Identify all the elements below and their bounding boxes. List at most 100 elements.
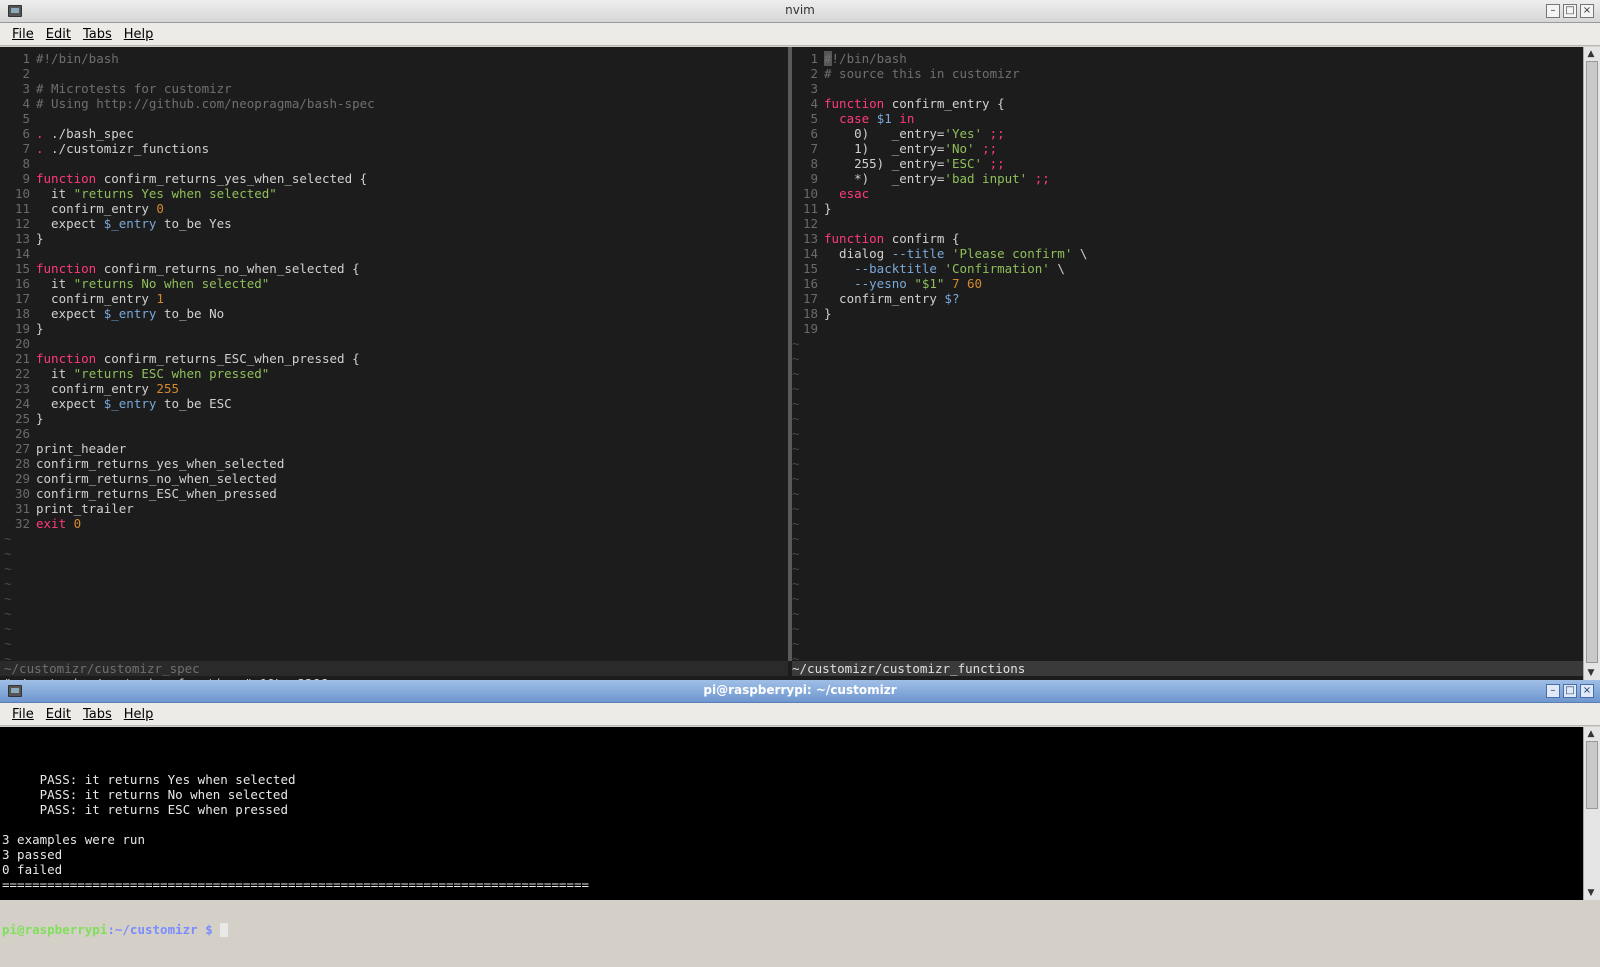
left-pane-line[interactable]: 31 print_trailer [4, 501, 774, 516]
left-pane-line[interactable]: 7 . ./customizr_functions [4, 141, 774, 156]
minimize-icon[interactable]: – [1546, 684, 1560, 698]
code-text: } [824, 306, 832, 321]
left-pane-line[interactable]: 24 expect $_entry to_be ESC [4, 396, 774, 411]
scroll-up-icon[interactable]: ▲ [1586, 49, 1596, 59]
empty-line-tilde: ~ [792, 366, 800, 381]
left-pane-line[interactable]: 32 exit 0 [4, 516, 774, 531]
left-pane-line[interactable]: 20 [4, 336, 774, 351]
scroll-thumb[interactable] [1586, 741, 1598, 809]
editor-terminal-area[interactable]: 1 #!/bin/bash 2 3 # Microtests for customizr… [0, 47, 1584, 691]
nvim-titlebar[interactable]: nvim – □ × [0, 0, 1600, 23]
menu-tabs[interactable]: Tabs [83, 707, 112, 722]
maximize-icon[interactable]: □ [1563, 684, 1577, 698]
left-pane-line[interactable]: 29 confirm_returns_no_when_selected [4, 471, 774, 486]
scroll-down-icon[interactable]: ▼ [1586, 888, 1596, 898]
right-pane-line[interactable]: 8 255) _entry='ESC' ;; [792, 156, 1582, 171]
close-icon[interactable]: × [1580, 684, 1594, 698]
left-pane-line[interactable]: 12 expect $_entry to_be Yes [4, 216, 774, 231]
code-text: it "returns ESC when pressed" [36, 366, 270, 381]
terminal-scrollbar[interactable]: ▲ ▼ [1583, 727, 1600, 900]
shell-prompt-line[interactable]: pi@raspberrypi:~/customizr $ [2, 922, 589, 937]
right-pane-line[interactable]: 17 confirm_entry $? [792, 291, 1582, 306]
minimize-icon[interactable]: – [1546, 4, 1560, 18]
left-pane-line[interactable]: 3 # Microtests for customizr [4, 81, 774, 96]
scroll-up-icon[interactable]: ▲ [1586, 729, 1596, 739]
left-pane-line[interactable]: 28 confirm_returns_yes_when_selected [4, 456, 774, 471]
right-pane-line[interactable]: 9 *) _entry='bad input' ;; [792, 171, 1582, 186]
left-pane-line[interactable]: 10 it "returns Yes when selected" [4, 186, 774, 201]
right-pane-line[interactable]: 6 0) _entry='Yes' ;; [792, 126, 1582, 141]
left-pane-line[interactable]: 16 it "returns No when selected" [4, 276, 774, 291]
right-pane-line[interactable]: 7 1) _entry='No' ;; [792, 141, 1582, 156]
left-pane-line[interactable]: 13} [4, 231, 774, 246]
right-pane-line[interactable]: 10 esac [792, 186, 1582, 201]
line-number: 5 [810, 111, 818, 126]
right-pane-line[interactable]: 1 #!/bin/bash [792, 51, 1582, 66]
right-pane-line[interactable]: 13 function confirm { [792, 231, 1582, 246]
window-title: nvim [785, 3, 815, 17]
left-pane-line[interactable]: 5 [4, 111, 774, 126]
left-pane-line[interactable]: 30 confirm_returns_ESC_when_pressed [4, 486, 774, 501]
left-pane-line[interactable]: 1 #!/bin/bash [4, 51, 774, 66]
menu-help[interactable]: Help [124, 707, 154, 722]
left-pane-line[interactable]: 25} [4, 411, 774, 426]
right-pane-line[interactable]: 19 [792, 321, 1582, 336]
left-pane-line[interactable]: 15 function confirm_returns_no_when_selec… [4, 261, 774, 276]
right-editor-pane[interactable]: 1 #!/bin/bash 2 # source this in customizr 3… [792, 51, 1582, 666]
left-pane-line[interactable]: 19} [4, 321, 774, 336]
close-icon[interactable]: × [1580, 4, 1594, 18]
left-pane-line[interactable]: 22 it "returns ESC when pressed" [4, 366, 774, 381]
empty-line-tilde: ~ [792, 606, 800, 621]
right-pane-line[interactable]: 12 [792, 216, 1582, 231]
menu-edit[interactable]: Edit [46, 27, 71, 42]
code-text: it "returns No when selected" [36, 276, 270, 291]
right-pane-line[interactable]: 15 --backtitle 'Confirmation' \ [792, 261, 1582, 276]
right-pane-line[interactable]: 14 dialog --title 'Please confirm' \ [792, 246, 1582, 261]
right-pane-line[interactable]: 3 [792, 81, 1582, 96]
line-number: 11 [14, 201, 30, 216]
line-number: 27 [14, 441, 30, 456]
line-number: 3 [810, 81, 818, 96]
left-pane-line[interactable]: 11 confirm_entry 0 [4, 201, 774, 216]
left-pane-line[interactable]: 2 [4, 66, 774, 81]
maximize-icon[interactable]: □ [1563, 4, 1577, 18]
empty-line-tilde: ~ [792, 591, 800, 606]
left-pane-line[interactable]: 14 [4, 246, 774, 261]
right-pane-line[interactable]: 4 function confirm_entry { [792, 96, 1582, 111]
menu-file[interactable]: File [12, 27, 34, 42]
menu-tabs[interactable]: Tabs [83, 27, 112, 42]
menu-help[interactable]: Help [124, 27, 154, 42]
menu-file[interactable]: File [12, 707, 34, 722]
code-text: 1) _entry='No' ;; [824, 141, 998, 156]
left-pane-line[interactable]: 23 confirm_entry 255 [4, 381, 774, 396]
left-pane-line[interactable]: 21 function confirm_returns_ESC_when_pres… [4, 351, 774, 366]
right-pane-line[interactable]: 5 case $1 in [792, 111, 1582, 126]
left-pane-line[interactable]: 17 confirm_entry 1 [4, 291, 774, 306]
left-pane-line[interactable]: 4 # Using http://github.com/neopragma/bas… [4, 96, 774, 111]
code-text: exit 0 [36, 516, 82, 531]
left-pane-line[interactable]: 18 expect $_entry to_be No [4, 306, 774, 321]
line-number: 31 [14, 501, 30, 516]
line-number: 26 [14, 426, 30, 441]
right-pane-line[interactable]: 16 --yesno "$1" 7 60 [792, 276, 1582, 291]
left-pane-line[interactable]: 26 [4, 426, 774, 441]
scroll-thumb[interactable] [1586, 61, 1598, 663]
line-number: 18 [14, 306, 30, 321]
menu-edit[interactable]: Edit [46, 707, 71, 722]
left-editor-pane[interactable]: 1 #!/bin/bash 2 3 # Microtests for customizr… [4, 51, 774, 666]
shell-terminal-area[interactable]: PASS: it returns Yes when selected PASS:… [0, 727, 1584, 937]
line-number: 32 [14, 516, 30, 531]
right-pane-line[interactable]: 11} [792, 201, 1582, 216]
editor-scrollbar[interactable]: ▲ ▼ [1583, 47, 1600, 680]
code-text: # Using http://github.com/neopragma/bash… [36, 96, 375, 111]
code-text: 0) _entry='Yes' ;; [824, 126, 1005, 141]
scroll-down-icon[interactable]: ▼ [1586, 668, 1596, 678]
right-pane-line[interactable]: 2 # source this in customizr [792, 66, 1582, 81]
left-pane-line[interactable]: 8 [4, 156, 774, 171]
left-pane-line[interactable]: 6 . ./bash_spec [4, 126, 774, 141]
terminal-titlebar[interactable]: pi@raspberrypi: ~/customizr – □ × [0, 680, 1600, 703]
left-pane-line[interactable]: 27 print_header [4, 441, 774, 456]
left-pane-line[interactable]: 9 function confirm_returns_yes_when_selec… [4, 171, 774, 186]
right-pane-line[interactable]: 18} [792, 306, 1582, 321]
empty-line-tilde: ~ [792, 636, 800, 651]
